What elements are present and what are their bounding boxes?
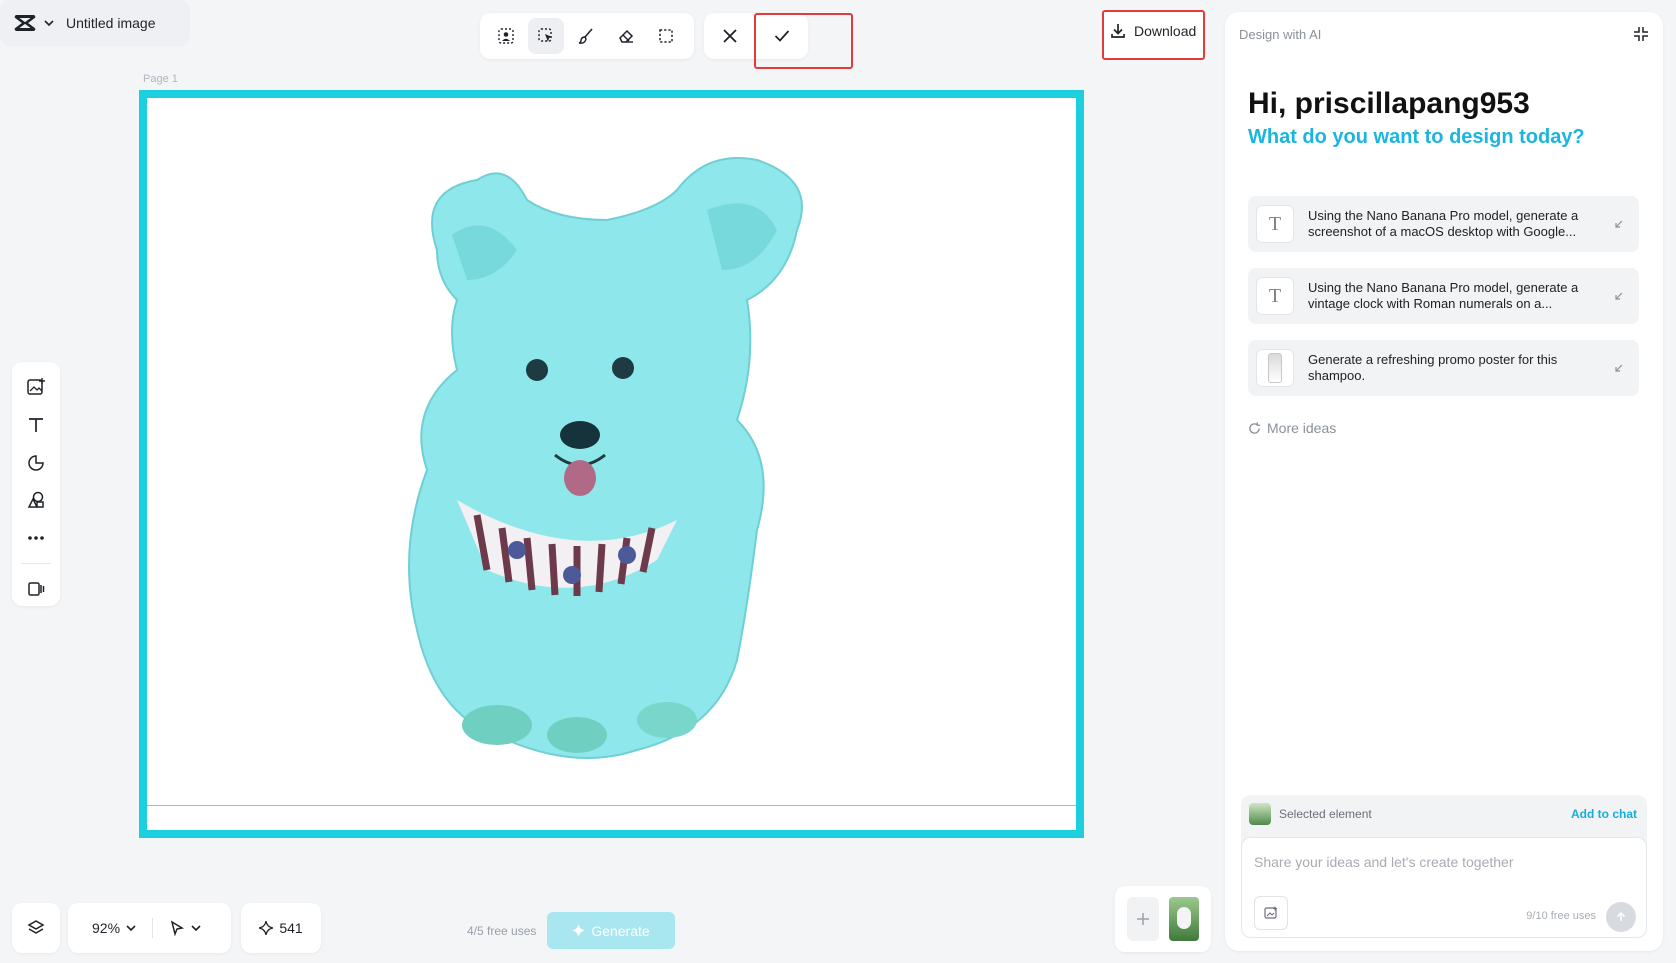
chat-free-uses: 9/10 free uses [1526,910,1596,922]
selected-element-thumbnail [1249,803,1271,825]
smart-select-icon[interactable] [528,18,564,54]
cutout-toolbar [480,13,694,59]
generate-button[interactable]: Generate [547,912,675,949]
idea-card[interactable]: T Using the Nano Banana Pro model, gener… [1248,196,1639,252]
idea-text: Generate a refreshing promo poster for t… [1308,352,1558,383]
zoom-divider [152,918,154,938]
download-button[interactable]: Download [1102,10,1205,60]
more-ideas-button[interactable]: More ideas [1248,420,1336,436]
credits-badge[interactable]: 541 [241,903,321,953]
zoom-value[interactable]: 92% [92,920,120,936]
download-icon [1110,23,1126,39]
add-image-icon[interactable] [19,370,53,404]
marquee-icon[interactable] [648,18,684,54]
canvas-guide-line [147,805,1076,806]
text-icon: T [1256,277,1294,315]
more-ideas-label: More ideas [1267,420,1337,436]
eraser-icon[interactable] [608,18,644,54]
panel-title: Design with AI [1239,26,1322,42]
add-to-chat-button[interactable]: Add to chat [1571,807,1637,821]
sparkle-icon [572,924,586,937]
refresh-icon [1248,421,1261,435]
idea-text: Using the Nano Banana Pro model, generat… [1308,208,1579,239]
greeting: Hi, priscillapang953 [1248,87,1530,120]
left-toolbar [12,362,60,606]
generate-label: Generate [591,922,650,939]
idea-card[interactable]: T Using the Nano Banana Pro model, gener… [1248,268,1639,324]
arrow-down-left-icon [1609,219,1629,229]
chat-input-area: 9/10 free uses [1241,837,1647,938]
subheading: What do you want to design today? [1248,126,1585,148]
file-title[interactable]: Untitled image [66,15,156,31]
download-label: Download [1134,23,1197,39]
cutout-actions [704,13,808,59]
close-icon[interactable] [712,18,748,54]
collapse-icon[interactable] [1633,26,1649,42]
brush-icon[interactable] [568,18,604,54]
idea-card[interactable]: Generate a refreshing promo poster for t… [1248,340,1639,396]
chevron-down-icon[interactable] [126,925,136,931]
text-icon: T [1256,205,1294,243]
send-button[interactable] [1606,902,1636,932]
shapes-icon[interactable] [19,446,53,480]
toolbar-divider [21,563,51,565]
elements-icon[interactable] [19,483,53,517]
pointer-icon[interactable] [169,920,185,936]
text-icon[interactable] [19,408,53,442]
zoom-control: 92% [68,903,231,953]
video-icon[interactable] [19,572,53,606]
chat-box: Selected element Add to chat 9/10 free u… [1241,795,1647,938]
chevron-down-icon[interactable] [191,925,201,931]
arrow-down-left-icon [1609,291,1629,301]
arrow-down-left-icon [1609,363,1629,373]
canvas-page[interactable] [139,90,1084,838]
design-with-ai-panel: Design with AI Hi, priscillapang953 What… [1225,12,1663,951]
page-thumbnail[interactable] [1169,897,1199,941]
layers-button[interactable] [12,903,60,953]
page-label: Page 1 [143,73,178,85]
selected-element-label: Selected element [1279,807,1372,821]
check-icon[interactable] [764,18,800,54]
chat-input[interactable] [1254,854,1624,870]
file-menu[interactable]: Untitled image [0,0,190,46]
chevron-down-icon[interactable] [44,20,54,26]
shampoo-bottle-icon [1256,349,1294,387]
sparkle-icon [259,921,274,935]
layers-icon [27,919,45,937]
capcut-logo-icon [14,14,36,32]
idea-text: Using the Nano Banana Pro model, generat… [1308,280,1579,311]
page-thumbnails [1115,886,1211,952]
upload-image-button[interactable] [1254,896,1288,930]
dog-image[interactable] [377,130,837,770]
add-page-button[interactable] [1127,897,1159,941]
credits-count: 541 [279,920,303,936]
person-select-icon[interactable] [488,18,524,54]
more-icon[interactable] [19,521,53,555]
free-uses-label: 4/5 free uses [467,924,537,938]
